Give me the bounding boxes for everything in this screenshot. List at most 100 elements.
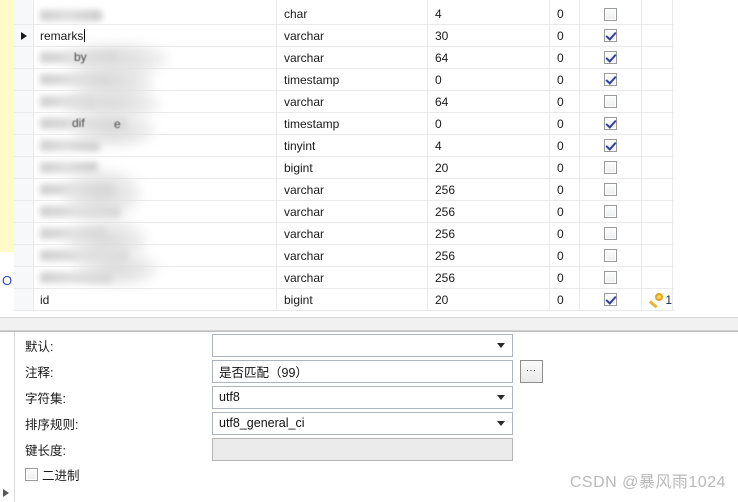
primary-key-cell[interactable] xyxy=(642,69,673,90)
columns-grid[interactable]: char 4 0 remarks varchar 30 0 varchar 64 0 timesta… xyxy=(14,0,674,316)
table-row[interactable]: varchar 256 0 xyxy=(14,201,674,223)
checkbox-icon[interactable] xyxy=(604,205,617,218)
row-selector[interactable] xyxy=(14,113,34,134)
table-row[interactable]: timestamp 0 0 xyxy=(14,69,674,91)
not-null-cell[interactable] xyxy=(580,113,642,134)
property-value-field[interactable]: utf8 xyxy=(212,385,513,409)
row-selector[interactable] xyxy=(14,0,34,24)
table-row[interactable]: varchar 64 0 xyxy=(14,47,674,69)
checkbox-icon[interactable] xyxy=(604,139,617,152)
table-row[interactable]: id bigint 20 0 1 xyxy=(14,289,674,311)
table-row[interactable]: timestamp 0 0 xyxy=(14,113,674,135)
not-null-cell[interactable] xyxy=(580,135,642,156)
column-type-cell[interactable]: varchar xyxy=(277,91,428,112)
column-type-cell[interactable]: varchar xyxy=(277,223,428,244)
row-selector[interactable] xyxy=(14,179,34,200)
column-length-cell[interactable]: 20 xyxy=(428,157,550,178)
column-decimals-cell[interactable]: 0 xyxy=(550,289,580,310)
column-decimals-cell[interactable]: 0 xyxy=(550,245,580,266)
checkbox-icon[interactable] xyxy=(604,271,617,284)
primary-key-cell[interactable]: 1 xyxy=(642,289,673,310)
column-name-cell[interactable] xyxy=(34,201,277,222)
row-selector[interactable] xyxy=(14,201,34,222)
column-type-cell[interactable]: char xyxy=(277,0,428,24)
column-name-cell[interactable] xyxy=(34,91,277,112)
column-decimals-cell[interactable]: 0 xyxy=(550,0,580,24)
column-length-cell[interactable]: 0 xyxy=(428,113,550,134)
column-length-cell[interactable]: 4 xyxy=(428,0,550,24)
column-decimals-cell[interactable]: 0 xyxy=(550,47,580,68)
primary-key-cell[interactable] xyxy=(642,25,673,46)
table-row[interactable]: remarks varchar 30 0 xyxy=(14,25,674,47)
chevron-down-icon[interactable] xyxy=(497,395,505,400)
column-decimals-cell[interactable]: 0 xyxy=(550,113,580,134)
column-length-cell[interactable]: 64 xyxy=(428,91,550,112)
column-length-cell[interactable]: 20 xyxy=(428,289,550,310)
not-null-cell[interactable] xyxy=(580,91,642,112)
column-name-cell[interactable] xyxy=(34,47,277,68)
checkbox-icon[interactable] xyxy=(604,293,617,306)
column-decimals-cell[interactable]: 0 xyxy=(550,25,580,46)
checkbox-icon[interactable] xyxy=(604,249,617,262)
not-null-cell[interactable] xyxy=(580,47,642,68)
column-name-cell[interactable] xyxy=(34,267,277,288)
column-length-cell[interactable]: 256 xyxy=(428,179,550,200)
column-type-cell[interactable]: varchar xyxy=(277,267,428,288)
primary-key-cell[interactable] xyxy=(642,157,673,178)
not-null-cell[interactable] xyxy=(580,267,642,288)
primary-key-cell[interactable] xyxy=(642,201,673,222)
column-decimals-cell[interactable]: 0 xyxy=(550,69,580,90)
checkbox-icon[interactable] xyxy=(604,183,617,196)
primary-key-cell[interactable] xyxy=(642,223,673,244)
column-length-cell[interactable]: 4 xyxy=(428,135,550,156)
comment-browse-button[interactable]: ... xyxy=(520,359,543,383)
table-row[interactable]: varchar 256 0 xyxy=(14,179,674,201)
column-length-cell[interactable]: 30 xyxy=(428,25,550,46)
column-type-cell[interactable]: bigint xyxy=(277,157,428,178)
column-decimals-cell[interactable]: 0 xyxy=(550,157,580,178)
panel-splitter[interactable] xyxy=(0,317,738,331)
column-type-cell[interactable]: timestamp xyxy=(277,69,428,90)
column-name-cell[interactable] xyxy=(34,69,277,90)
checkbox-icon[interactable] xyxy=(604,8,617,21)
row-selector[interactable] xyxy=(14,289,34,310)
primary-key-cell[interactable] xyxy=(642,0,673,24)
not-null-cell[interactable] xyxy=(580,223,642,244)
column-length-cell[interactable]: 256 xyxy=(428,201,550,222)
column-decimals-cell[interactable]: 0 xyxy=(550,201,580,222)
primary-key-cell[interactable] xyxy=(642,245,673,266)
binary-checkbox-icon[interactable] xyxy=(25,467,38,481)
primary-key-cell[interactable] xyxy=(642,179,673,200)
row-selector[interactable] xyxy=(14,245,34,266)
checkbox-icon[interactable] xyxy=(604,117,617,130)
row-selector[interactable] xyxy=(14,267,34,288)
column-type-cell[interactable]: varchar xyxy=(277,47,428,68)
table-row[interactable]: char 4 0 xyxy=(14,0,674,25)
column-decimals-cell[interactable]: 0 xyxy=(550,179,580,200)
checkbox-icon[interactable] xyxy=(604,29,617,42)
row-selector[interactable] xyxy=(14,25,34,46)
primary-key-cell[interactable] xyxy=(642,91,673,112)
row-selector[interactable] xyxy=(14,47,34,68)
column-length-cell[interactable]: 256 xyxy=(428,223,550,244)
property-value-field[interactable]: utf8_general_ci xyxy=(212,411,513,435)
table-row[interactable]: bigint 20 0 xyxy=(14,157,674,179)
column-name-cell[interactable] xyxy=(34,179,277,200)
chevron-down-icon[interactable] xyxy=(497,421,505,426)
scroll-arrow-icon[interactable] xyxy=(3,489,9,497)
column-type-cell[interactable]: varchar xyxy=(277,179,428,200)
column-name-cell[interactable]: remarks xyxy=(34,25,277,46)
checkbox-icon[interactable] xyxy=(604,95,617,108)
column-name-cell[interactable] xyxy=(34,245,277,266)
column-name-cell[interactable] xyxy=(34,135,277,156)
row-selector[interactable] xyxy=(14,135,34,156)
row-selector[interactable] xyxy=(14,157,34,178)
column-name-cell[interactable] xyxy=(34,223,277,244)
property-value-field[interactable]: 是否匹配（99） xyxy=(212,359,513,383)
property-value-field[interactable] xyxy=(212,333,513,357)
column-length-cell[interactable]: 64 xyxy=(428,47,550,68)
column-name-cell[interactable] xyxy=(34,157,277,178)
primary-key-cell[interactable] xyxy=(642,267,673,288)
not-null-cell[interactable] xyxy=(580,25,642,46)
checkbox-icon[interactable] xyxy=(604,51,617,64)
